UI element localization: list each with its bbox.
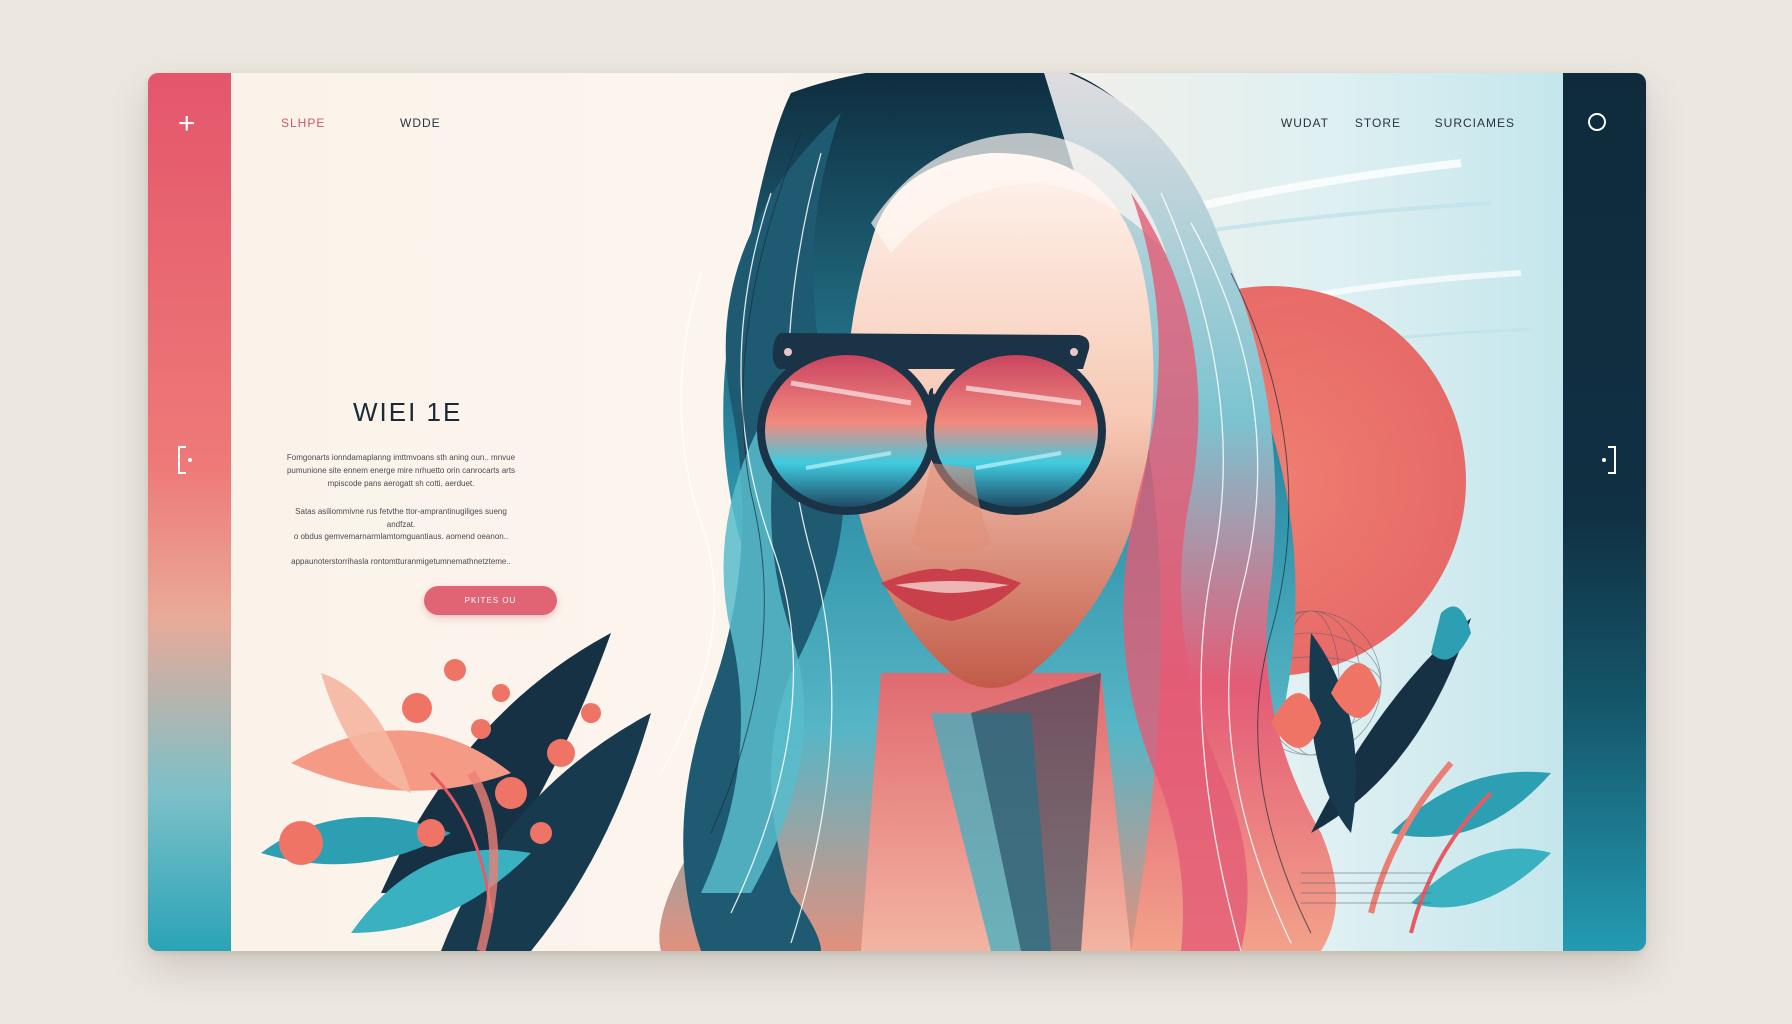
- hero-headline: WIEI 1E: [353, 397, 463, 427]
- right-sidebar: [1563, 73, 1646, 951]
- nav-link-store[interactable]: STORE: [1355, 116, 1401, 130]
- main-content: SLHPE WDDE WUDAT STORE SURCIAMES WIEI 1E…: [231, 73, 1563, 951]
- hero-paragraph: o obdus gemvemarnarmlamtomguantiaus. aom…: [293, 532, 509, 541]
- left-sidebar: +: [148, 73, 231, 951]
- nav-link-2[interactable]: WDDE: [400, 116, 441, 130]
- circle-icon[interactable]: [1588, 113, 1606, 131]
- plus-icon[interactable]: +: [178, 109, 196, 139]
- nav-link-3[interactable]: WUDAT: [1281, 116, 1329, 130]
- bracket-right-icon[interactable]: [1596, 445, 1618, 481]
- cta-button[interactable]: PKITES OU: [424, 586, 557, 615]
- nav-link-5[interactable]: SURCIAMES: [1435, 116, 1515, 130]
- hero-paragraph: Fomgonarts ionndamaplanng imttmvoans sth…: [286, 453, 516, 488]
- app-window: + SLHPE WDDE WUDAT STORE SURCIAMES WIEI …: [148, 73, 1646, 951]
- nav-link-1[interactable]: SLHPE: [281, 116, 325, 130]
- bracket-left-icon[interactable]: [176, 445, 198, 481]
- hero-paragraph: appaunoterstorrihasla rontomtturanmigetu…: [291, 557, 511, 566]
- hero-paragraph: Satas asiliommivne rus fetvthe ttor-ampr…: [295, 507, 507, 529]
